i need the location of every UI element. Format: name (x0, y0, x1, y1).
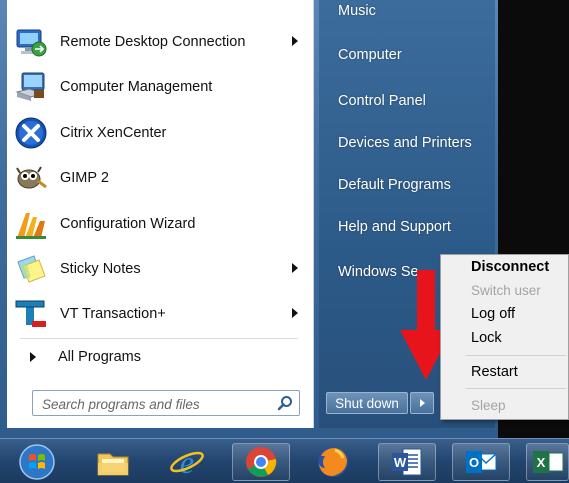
all-programs-label: All Programs (58, 349, 141, 365)
divider (20, 338, 298, 339)
start-button[interactable] (12, 443, 62, 481)
menu-separator (466, 355, 566, 356)
taskbar-internet-explorer[interactable]: e (158, 443, 216, 481)
program-label: Configuration Wizard (60, 216, 196, 232)
search-input[interactable] (40, 392, 274, 416)
computer-management-icon (14, 70, 48, 104)
places-item-control-panel[interactable]: Control Panel (338, 93, 426, 109)
submenu-arrow-icon (292, 263, 298, 273)
taskbar-file-explorer[interactable] (84, 443, 142, 481)
gimp-icon (14, 161, 48, 195)
menu-item-lock[interactable]: Lock (471, 330, 502, 346)
svg-text:W: W (394, 455, 407, 470)
submenu-arrow-icon (292, 308, 298, 318)
menu-item-switch-user: Switch user (471, 283, 541, 298)
places-item-computer[interactable]: Computer (338, 47, 402, 63)
program-sticky-notes[interactable]: Sticky Notes (14, 250, 304, 288)
word-icon: W (392, 448, 422, 476)
taskbar-firefox[interactable] (304, 443, 362, 481)
right-arrow-icon (419, 399, 425, 407)
taskbar-chrome[interactable] (232, 443, 290, 481)
config-wizard-icon (14, 207, 48, 241)
program-vt-transaction[interactable]: VT Transaction+ (14, 295, 304, 333)
start-orb-icon (19, 444, 55, 480)
program-citrix-xencenter[interactable]: Citrix XenCenter (14, 114, 304, 152)
program-label: Computer Management (60, 79, 213, 95)
program-gimp[interactable]: GIMP 2 (14, 159, 304, 197)
program-label: VT Transaction+ (60, 306, 166, 322)
places-item-help-support[interactable]: Help and Support (338, 219, 451, 235)
program-configuration-wizard[interactable]: Configuration Wizard (14, 205, 304, 243)
program-label: GIMP 2 (60, 170, 109, 186)
taskbar-word[interactable]: W (378, 443, 436, 481)
firefox-icon (318, 447, 348, 477)
places-item-default-programs[interactable]: Default Programs (338, 177, 451, 193)
citrix-icon (14, 116, 48, 150)
menu-item-log-off[interactable]: Log off (471, 306, 515, 322)
all-programs-button[interactable]: All Programs (30, 342, 300, 372)
shutdown-context-menu (440, 254, 569, 420)
menu-item-restart[interactable]: Restart (471, 364, 518, 380)
taskbar-excel[interactable]: X (526, 443, 569, 481)
shutdown-button[interactable]: Shut down (326, 392, 408, 414)
svg-text:X: X (536, 455, 545, 470)
search-box[interactable] (32, 390, 300, 416)
program-label: Citrix XenCenter (60, 125, 167, 141)
svg-text:O: O (469, 455, 479, 470)
search-icon[interactable] (277, 395, 293, 411)
menu-item-sleep: Sleep (471, 398, 506, 413)
internet-explorer-icon: e (170, 444, 204, 480)
chrome-icon (246, 447, 277, 477)
submenu-arrow-icon (292, 36, 298, 46)
excel-icon: X (532, 451, 563, 473)
program-computer-management[interactable]: Computer Management (14, 68, 304, 106)
outlook-icon: O (466, 451, 497, 473)
program-remote-desktop[interactable]: Remote Desktop Connection (14, 23, 304, 61)
places-item-music[interactable]: Music (338, 3, 376, 19)
sticky-notes-icon (14, 252, 48, 286)
file-explorer-icon (97, 453, 129, 476)
program-label: Remote Desktop Connection (60, 34, 246, 50)
program-label: Sticky Notes (60, 261, 141, 277)
shutdown-options-button[interactable] (410, 392, 434, 414)
right-arrow-icon (30, 352, 36, 362)
taskbar-outlook[interactable]: O (452, 443, 510, 481)
svg-text:e: e (180, 444, 194, 480)
menu-separator (466, 388, 566, 389)
shutdown-label: Shut down (335, 395, 399, 411)
vt-transaction-icon (14, 297, 48, 331)
remote-desktop-icon (14, 25, 48, 59)
menu-item-disconnect[interactable]: Disconnect (471, 259, 549, 275)
places-item-devices-printers[interactable]: Devices and Printers (338, 135, 472, 151)
